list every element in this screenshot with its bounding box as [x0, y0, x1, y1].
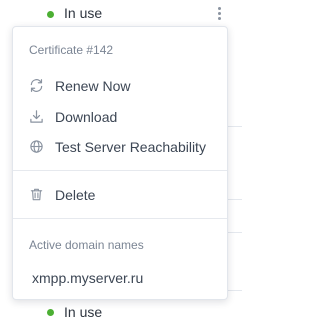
globe-icon [29, 139, 44, 154]
menu-item-delete[interactable]: Delete [13, 181, 227, 209]
row-divider [228, 126, 242, 127]
domain-name: xmpp.myserver.ru [32, 270, 144, 286]
status-label: In use [64, 5, 103, 21]
menu-item-label: Test Server Reachability [55, 139, 206, 155]
status-dot [47, 11, 54, 18]
menu-item-download[interactable]: Download [13, 103, 227, 131]
trash-icon [29, 187, 44, 202]
certificate-actions-menu: Certificate #142 Renew Now Download Test… [12, 26, 228, 300]
row-divider [228, 290, 242, 291]
table-row: In use [0, 0, 242, 28]
menu-divider [13, 218, 227, 219]
row-divider [228, 232, 242, 233]
download-icon [29, 109, 44, 124]
menu-item-label: Download [55, 109, 118, 125]
refresh-icon [29, 78, 44, 93]
menu-divider [13, 170, 227, 171]
menu-header: Certificate #142 [29, 43, 114, 57]
screen: In use In use Certificate #142 Renew Now [0, 0, 242, 326]
status-dot [47, 309, 54, 316]
row-divider [228, 199, 242, 200]
menu-item-renew-now[interactable]: Renew Now [13, 72, 227, 100]
active-domains-label: Active domain names [29, 238, 144, 252]
menu-item-label: Delete [55, 187, 96, 203]
status-label: In use [64, 304, 103, 320]
menu-item-label: Renew Now [55, 78, 131, 94]
more-options-icon[interactable] [214, 6, 224, 22]
menu-item-test-server-reachability[interactable]: Test Server Reachability [13, 133, 227, 161]
table-row: In use [0, 298, 242, 326]
